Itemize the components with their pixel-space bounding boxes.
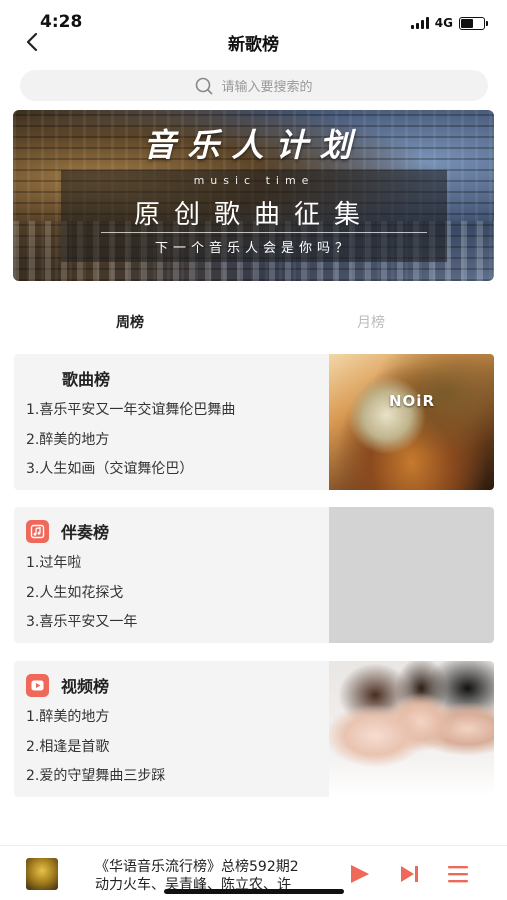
period-tabs: 周榜 月榜	[0, 305, 507, 335]
play-icon	[351, 865, 369, 883]
cover-placeholder	[329, 507, 494, 643]
banner-caption-box: music time 原创歌曲征集 下一个音乐人会是你吗？	[61, 170, 447, 262]
list-item[interactable]: 3.喜乐平安又一年	[26, 612, 137, 642]
tab-monthly[interactable]: 月榜	[357, 312, 385, 332]
list-item[interactable]: 1.喜乐平安又一年交谊舞伦巴舞曲	[26, 400, 235, 430]
play-button[interactable]	[347, 862, 373, 886]
video-cover	[329, 661, 494, 797]
banner-eng-text: music time	[193, 174, 315, 187]
player-cover	[26, 858, 58, 890]
chart-card-video[interactable]: 视频榜 1.醉美的地方 2.相逢是首歌 2.爱的守望舞曲三步踩	[14, 661, 494, 797]
album-cover: NOiR	[329, 354, 494, 490]
music-note-icon	[26, 519, 49, 543]
playlist-button[interactable]	[445, 862, 471, 886]
list-item[interactable]: 3.人生如画（交谊舞伦巴）	[26, 459, 235, 489]
list-item[interactable]: 1.过年啦	[26, 553, 137, 583]
next-button[interactable]	[397, 862, 423, 886]
card-header: 伴奏榜	[26, 519, 109, 543]
banner-title: 音乐人计划	[143, 126, 364, 164]
card-title: 歌曲榜	[62, 370, 111, 389]
tab-weekly[interactable]: 周榜	[116, 312, 144, 332]
chart-card-accompaniment[interactable]: 伴奏榜 1.过年啦 2.人生如花探戈 3.喜乐平安又一年	[14, 507, 494, 643]
card-header: 视频榜	[26, 673, 109, 697]
banner-divider	[101, 232, 427, 233]
card-header: 歌曲榜	[62, 366, 110, 390]
card-title: 伴奏榜	[61, 523, 110, 542]
chart-card-songs[interactable]: 歌曲榜 1.喜乐平安又一年交谊舞伦巴舞曲 2.醉美的地方 3.人生如画（交谊舞伦…	[14, 354, 494, 490]
page-title: 新歌榜	[228, 35, 279, 55]
list-item[interactable]: 2.醉美的地方	[26, 430, 235, 460]
chart-list: 1.喜乐平安又一年交谊舞伦巴舞曲 2.醉美的地方 3.人生如画（交谊舞伦巴）	[26, 400, 235, 489]
search-icon	[196, 77, 213, 94]
list-item[interactable]: 2.相逢是首歌	[26, 737, 165, 767]
banner-main-text: 原创歌曲征集	[133, 200, 374, 230]
chart-list: 1.过年啦 2.人生如花探戈 3.喜乐平安又一年	[26, 553, 137, 642]
card-title: 视频榜	[61, 677, 110, 696]
list-item[interactable]: 1.醉美的地方	[26, 707, 165, 737]
list-item[interactable]: 2.爱的守望舞曲三步踩	[26, 766, 165, 796]
banner-sub-text: 下一个音乐人会是你吗？	[154, 241, 353, 256]
list-item[interactable]: 2.人生如花探戈	[26, 583, 137, 613]
search-input[interactable]: 请输入要搜索的	[20, 70, 488, 101]
video-play-icon	[26, 673, 49, 697]
home-indicator	[164, 889, 344, 894]
chart-list: 1.醉美的地方 2.相逢是首歌 2.爱的守望舞曲三步踩	[26, 707, 165, 796]
nav-bar: 新歌榜	[0, 24, 507, 60]
cover-text: NOiR	[389, 392, 435, 410]
search-placeholder: 请输入要搜索的	[221, 80, 313, 95]
skip-next-icon	[401, 866, 418, 882]
playlist-icon	[448, 866, 468, 883]
promo-banner[interactable]: 音乐人计划 music time 原创歌曲征集 下一个音乐人会是你吗？	[13, 110, 494, 281]
player-title: 《华语音乐流行榜》总榜592期2	[95, 859, 299, 875]
